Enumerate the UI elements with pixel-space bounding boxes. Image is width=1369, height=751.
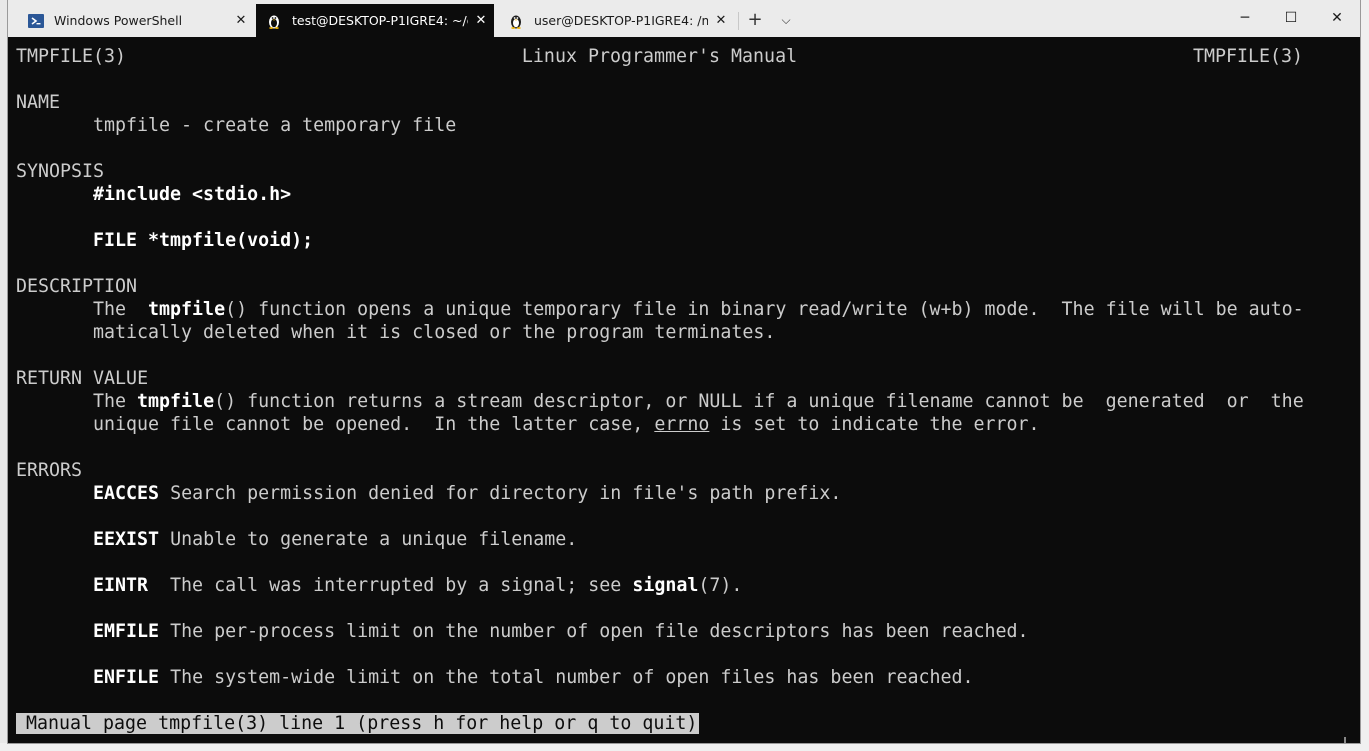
man-header-left: TMPFILE(3) <box>16 46 127 67</box>
man-header-center: Linux Programmer's Manual <box>521 46 798 67</box>
chevron-down-icon[interactable]: ⌵ <box>776 8 796 32</box>
error-entry-eacces: EACCES Search permission denied for dire… <box>16 482 841 505</box>
error-code: ENFILE <box>93 667 160 688</box>
error-entry-emfile: EMFILE The per-process limit on the numb… <box>16 620 1029 643</box>
synopsis-include: #include <stdio.h> <box>93 184 292 205</box>
background-window-edge-right <box>1360 0 1369 751</box>
tab-title: Windows PowerShell <box>54 13 183 28</box>
text-span <box>159 483 170 504</box>
text-span <box>159 529 170 550</box>
scrollbar[interactable] <box>1344 737 1346 743</box>
new-tab-button[interactable]: + <box>744 8 766 32</box>
terminal-window: Windows PowerShell ✕ test@DESKTOP-P1IGRE… <box>8 0 1360 743</box>
tab-title: user@DESKTOP-P1IGRE4: /mnt/ <box>534 13 708 28</box>
error-text: The system-wide limit on the total numbe… <box>170 667 974 688</box>
linux-penguin-icon <box>269 15 279 29</box>
synopsis-prototype: FILE *tmpfile(void); <box>93 230 314 251</box>
text-span: is set to indicate the error. <box>709 414 1040 435</box>
pager-status-line: Manual page tmpfile(3) line 1 (press h f… <box>16 712 700 735</box>
status-text: Manual page tmpfile(3) line 1 (press h f… <box>16 713 700 734</box>
section-heading-name: NAME <box>16 92 61 113</box>
return-value-line-2: unique file cannot be opened. In the lat… <box>16 413 1040 436</box>
signal-reference: signal <box>632 575 699 596</box>
section-heading-synopsis: SYNOPSIS <box>16 161 105 182</box>
function-name: tmpfile <box>137 391 215 412</box>
text-span: The <box>93 391 138 412</box>
error-code: EMFILE <box>93 621 160 642</box>
tab-user-desktop[interactable]: user@DESKTOP-P1IGRE4: /mnt/ ✕ <box>498 4 734 37</box>
background-window-edge-bottom <box>0 743 1369 751</box>
text-span: unique file cannot be opened. In the lat… <box>93 414 655 435</box>
error-code: EEXIST <box>93 529 160 550</box>
terminal-output[interactable]: TMPFILE(3) Linux Programmer's Manual TMP… <box>8 37 1350 743</box>
man-header-right: TMPFILE(3) <box>1192 46 1303 67</box>
text-span: () function opens a unique temporary fil… <box>225 299 1304 320</box>
errno-reference: errno <box>654 414 710 435</box>
description-line-1: The tmpfile() function opens a unique te… <box>16 298 1304 321</box>
error-text: The call was interrupted by a signal; se… <box>170 575 633 596</box>
error-text: Unable to generate a unique filename. <box>170 529 578 550</box>
linux-penguin-icon <box>511 15 521 29</box>
error-text: The per-process limit on the number of o… <box>170 621 1029 642</box>
text-span <box>159 621 170 642</box>
error-text: Search permission denied for directory i… <box>170 483 842 504</box>
error-entry-eexist: EEXIST Unable to generate a unique filen… <box>16 528 577 551</box>
maximize-button[interactable]: ☐ <box>1268 0 1314 37</box>
text-span: The <box>93 299 149 320</box>
text-span <box>159 667 170 688</box>
powershell-icon <box>28 13 44 28</box>
tab-close-icon[interactable]: ✕ <box>708 13 734 28</box>
error-code: EINTR <box>93 575 149 596</box>
error-entry-enfile: ENFILE The system-wide limit on the tota… <box>16 666 974 689</box>
return-value-line-1: The tmpfile() function returns a stream … <box>16 390 1304 413</box>
background-window-edge-left <box>0 0 8 751</box>
error-entry-eintr: EINTR The call was interrupted by a sign… <box>16 574 742 597</box>
man-header: TMPFILE(3) Linux Programmer's Manual TMP… <box>16 45 1303 68</box>
text-span: (7). <box>698 575 743 596</box>
tab-separator <box>738 12 739 30</box>
section-heading-description: DESCRIPTION <box>16 276 138 297</box>
title-bar[interactable]: Windows PowerShell ✕ test@DESKTOP-P1IGRE… <box>8 0 1360 37</box>
minimize-button[interactable]: ─ <box>1222 0 1268 37</box>
name-description: tmpfile - create a temporary file <box>93 115 457 136</box>
close-button[interactable]: ✕ <box>1314 0 1360 37</box>
text-span: () function returns a stream descriptor,… <box>214 391 1304 412</box>
tab-close-icon[interactable]: ✕ <box>468 13 494 28</box>
description-line-2: matically deleted when it is closed or t… <box>93 322 776 343</box>
tab-close-icon[interactable]: ✕ <box>228 13 254 28</box>
function-name: tmpfile <box>148 299 226 320</box>
section-heading-errors: ERRORS <box>16 460 83 481</box>
text-span <box>148 575 170 596</box>
error-code: EACCES <box>93 483 160 504</box>
section-heading-return-value: RETURN VALUE <box>16 368 149 389</box>
tab-windows-powershell[interactable]: Windows PowerShell ✕ <box>18 4 254 37</box>
tab-test-desktop[interactable]: test@DESKTOP-P1IGRE4: ~/data ✕ <box>256 4 494 37</box>
tab-title: test@DESKTOP-P1IGRE4: ~/data <box>292 13 468 28</box>
